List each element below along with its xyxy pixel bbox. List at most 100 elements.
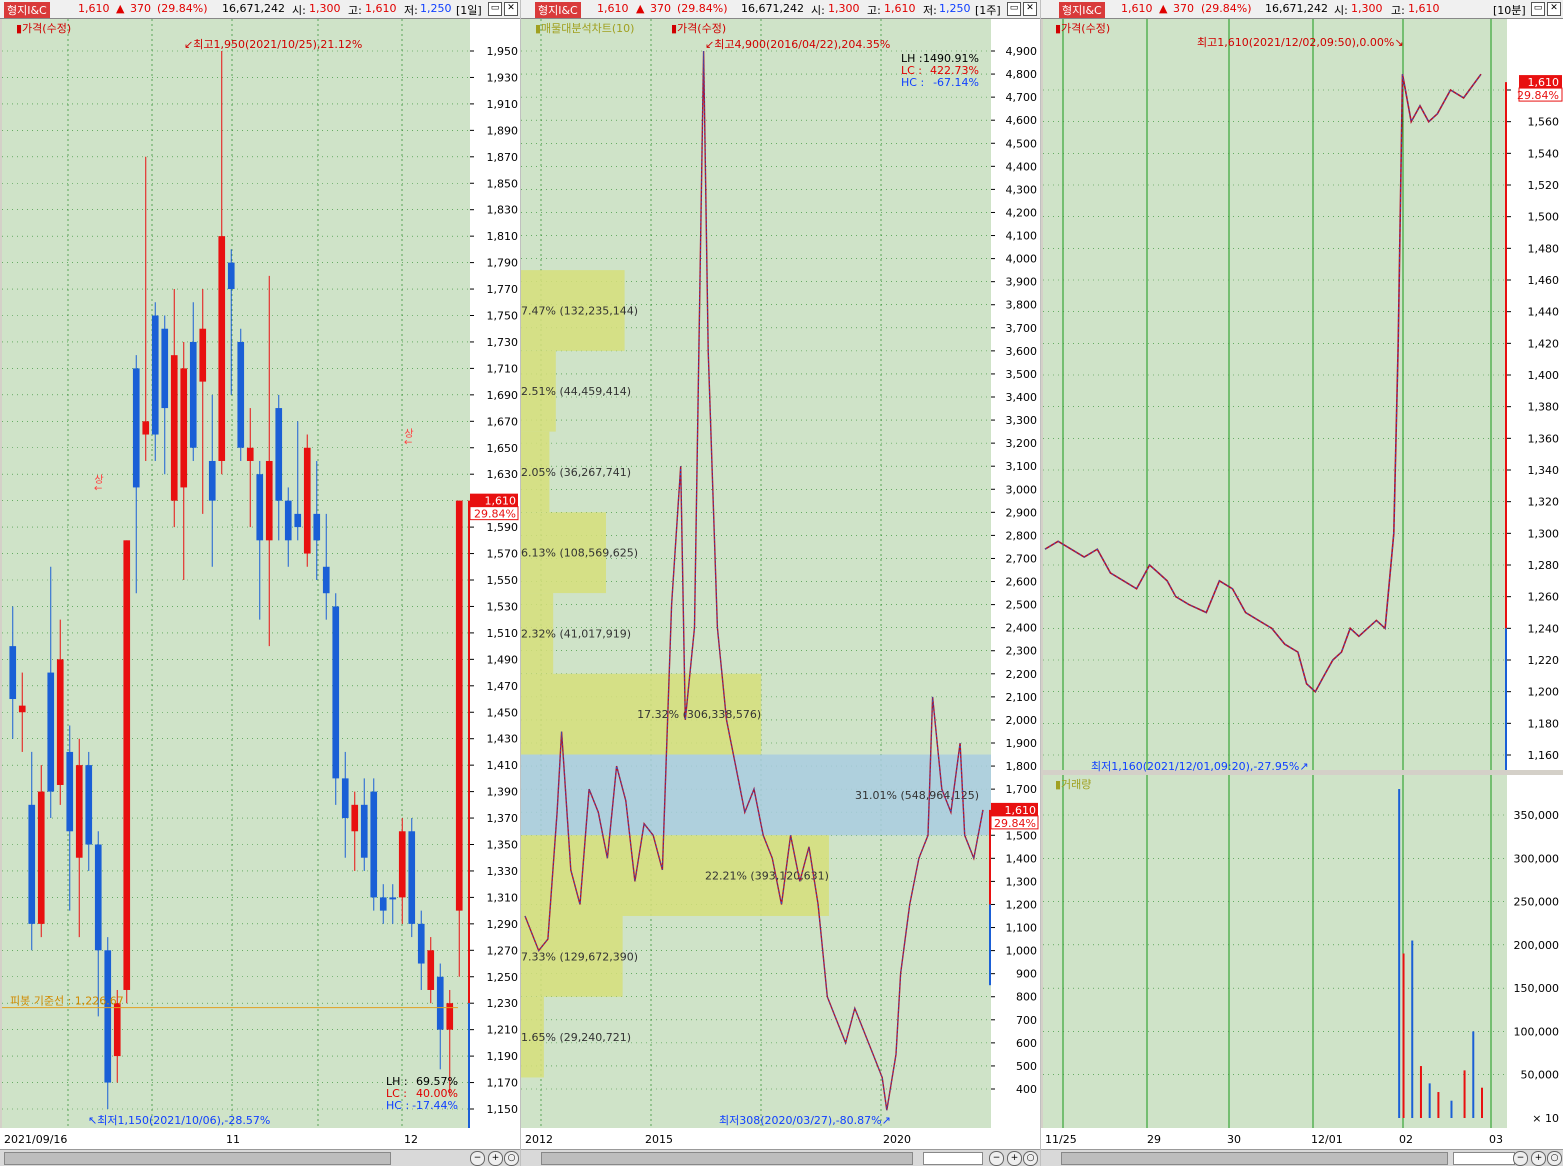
zoom-reset-icon[interactable]: ○: [1547, 1151, 1562, 1166]
y-tick-label: 1,690: [487, 389, 519, 402]
candle-body: [9, 646, 17, 700]
candle-body: [265, 460, 273, 541]
x-tick-label: 11/25: [1045, 1133, 1077, 1146]
zoom-slider[interactable]: [923, 1152, 983, 1165]
volume-bar: [1463, 1070, 1466, 1118]
candle-body: [417, 923, 425, 964]
candle-body: [332, 606, 340, 779]
candle-body: [75, 765, 83, 858]
candle-body: [208, 460, 216, 501]
volume-tick-label: 300,000: [1514, 852, 1560, 865]
volume-bar: [1481, 1087, 1483, 1118]
y-tick-label: 1,590: [487, 521, 519, 534]
x-tick-label: 11: [226, 1133, 240, 1146]
zoom-slider[interactable]: [1453, 1152, 1515, 1165]
candle-body: [455, 500, 463, 911]
x-tick-label: 2020: [883, 1133, 911, 1146]
y-tick-label: 1,430: [487, 733, 519, 746]
y-tick-label: 1,410: [487, 759, 519, 772]
y-tick-label: 1,490: [487, 653, 519, 666]
min-annotation: 최저308(2020/03/27),-80.87%↗: [719, 1114, 891, 1127]
candle-body: [94, 844, 102, 951]
zoom-out-icon[interactable]: −: [470, 1151, 485, 1166]
y-tick-label: 1,510: [487, 627, 519, 640]
y-tick-label: 1,270: [487, 944, 519, 957]
limit-up-mark: 상↓: [402, 428, 414, 447]
weekly-chart-footer: − + ○: [521, 1149, 1040, 1166]
horizontal-scrollbar[interactable]: [541, 1152, 913, 1165]
y-tick-label: 4,200: [1006, 206, 1038, 219]
candle-body: [56, 659, 64, 785]
y-tick-label: 1,900: [1006, 737, 1038, 750]
y-tick-label: 2,000: [1006, 714, 1038, 727]
y-tick-label: 1,700: [1006, 783, 1038, 796]
candle-body: [132, 368, 140, 488]
y-tick-label: 1,530: [487, 600, 519, 613]
y-tick-label: 1,200: [1528, 686, 1560, 699]
y-tick-label: 1,870: [487, 151, 519, 164]
y-tick-label: 400: [1016, 1083, 1037, 1096]
y-tick-label: 1,570: [487, 548, 519, 561]
candle-body: [123, 540, 131, 990]
y-tick-label: 1,460: [1528, 274, 1560, 287]
y-tick-label: 1,340: [1528, 464, 1560, 477]
y-tick-label: 1,330: [487, 865, 519, 878]
rate-tag-text: 29.84%: [994, 817, 1036, 830]
y-tick-label: 1,300: [1528, 527, 1560, 540]
zoom-out-icon[interactable]: −: [989, 1151, 1004, 1166]
y-tick-label: 1,890: [487, 124, 519, 137]
candle-body: [161, 328, 169, 409]
y-tick-label: 1,830: [487, 204, 519, 217]
volume-bar: [1437, 1092, 1440, 1118]
x-axis-area: [521, 1128, 1040, 1150]
x-tick-label: 12: [404, 1133, 418, 1146]
y-tick-label: 1,000: [1006, 945, 1038, 958]
x-tick-label: 29: [1147, 1133, 1161, 1146]
zoom-in-icon[interactable]: +: [488, 1151, 503, 1166]
max-annotation: ↙최고4,900(2016/04/22),204.35%: [705, 38, 890, 51]
ten-minute-candlestick-chart: 1,5801,5601,5401,5201,5001,4801,4601,440…: [1041, 19, 1563, 1150]
daily-candlestick-chart: 1,950 1,930 1,910 1,890 1,870 1,850 1,830 1,810…: [0, 19, 520, 1150]
zoom-in-icon[interactable]: +: [1531, 1151, 1546, 1166]
y-tick-label: 1,240: [1528, 622, 1560, 635]
candle-body: [389, 897, 397, 900]
indicator-label: ▮가격(수정): [1055, 22, 1110, 35]
ten-minute-chart-footer: − + ○: [1041, 1149, 1563, 1166]
y-tick-label: 1,810: [487, 230, 519, 243]
y-tick-label: 1,910: [487, 98, 519, 111]
zoom-reset-icon[interactable]: ○: [1023, 1151, 1038, 1166]
volume-profile-label: 22.21% (393,120,631): [705, 870, 829, 883]
pivot-label: 피봇 기준선 : 1,226.67: [10, 995, 124, 1008]
y-tick-label: 1,290: [487, 918, 519, 931]
volume-bar: [1428, 1083, 1431, 1118]
y-tick-label: 1,400: [1006, 852, 1038, 865]
zoom-reset-icon[interactable]: ○: [504, 1151, 519, 1166]
y-tick-label: 3,900: [1006, 276, 1038, 289]
y-tick-label: 1,440: [1528, 306, 1560, 319]
volume-profile-label: 7.47% (132,235,144): [521, 305, 638, 318]
volume-profile-label: 31.01% (548,964,125): [855, 789, 979, 802]
y-tick-label: 1,520: [1528, 179, 1560, 192]
candle-body: [246, 447, 254, 461]
zoom-out-icon[interactable]: −: [1513, 1151, 1528, 1166]
candle-body: [227, 262, 235, 290]
candle-body: [313, 513, 321, 541]
candle-body: [322, 566, 330, 594]
y-tick-label: 1,160: [1528, 749, 1560, 762]
y-tick-label: 4,800: [1006, 68, 1038, 81]
rate-tag-text: 29.84%: [1517, 89, 1559, 102]
horizontal-scrollbar[interactable]: [4, 1152, 391, 1165]
zoom-in-icon[interactable]: +: [1007, 1151, 1022, 1166]
y-tick-label: 1,350: [487, 839, 519, 852]
y-tick-label: 1,790: [487, 257, 519, 270]
y-tick-label: 1,630: [487, 468, 519, 481]
horizontal-scrollbar[interactable]: [1061, 1152, 1448, 1165]
y-tick-label: 1,930: [487, 71, 519, 84]
y-tick-label: 1,170: [487, 1077, 519, 1090]
indicator-label: ▮가격(수정): [671, 22, 726, 35]
candle-body: [341, 778, 349, 819]
y-tick-label: 3,300: [1006, 414, 1038, 427]
ten-minute-chart-panel: 형지I&C 1,610 ▲ 370 (29.84%) 16,671,242 시:…: [1041, 0, 1563, 1166]
y-tick-label: 4,900: [1006, 45, 1038, 58]
y-tick-label: 3,500: [1006, 368, 1038, 381]
